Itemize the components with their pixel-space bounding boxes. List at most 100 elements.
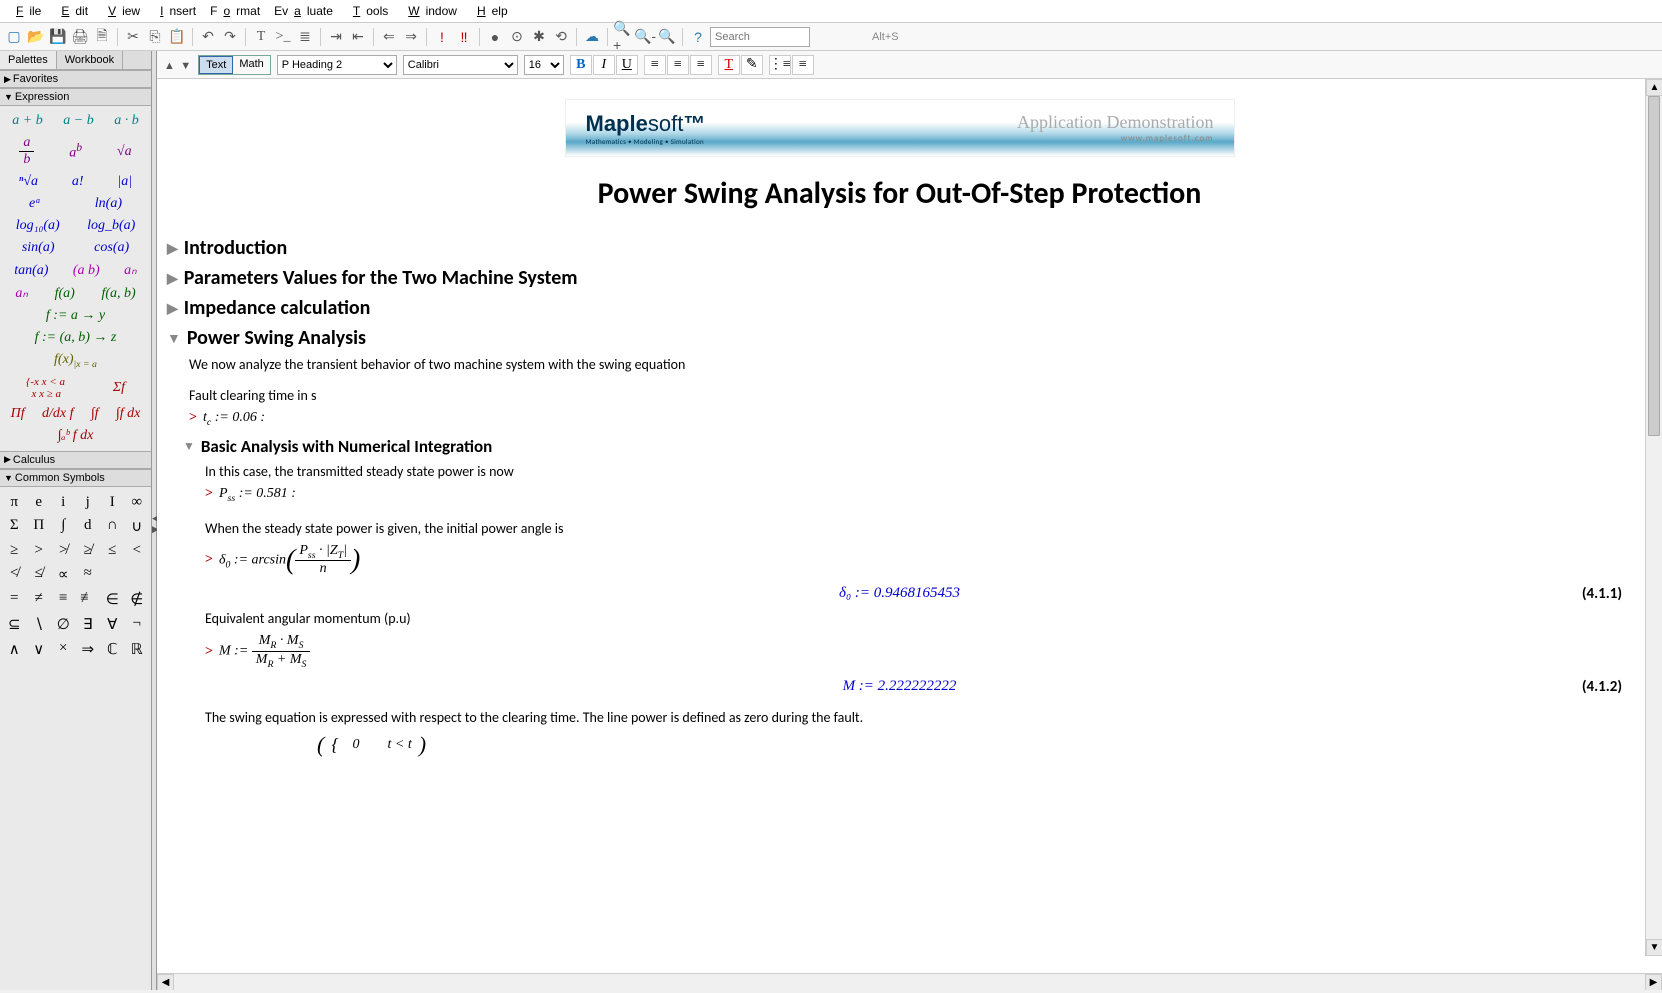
- scroll-up-icon[interactable]: ▲: [1646, 79, 1662, 96]
- symbol-e[interactable]: e: [30, 494, 48, 511]
- scroll-thumb[interactable]: [1648, 96, 1660, 436]
- symbol-π[interactable]: π: [5, 494, 23, 511]
- expr-binom[interactable]: (a b): [73, 263, 100, 279]
- vertical-scrollbar[interactable]: ▲ ▼: [1645, 79, 1662, 956]
- menu-insert[interactable]: Insert: [148, 2, 202, 20]
- symbol-≡[interactable]: ≡: [54, 590, 72, 609]
- palette-calculus-header[interactable]: ▶Calculus: [0, 451, 151, 469]
- symbol-d[interactable]: d: [79, 517, 97, 536]
- print-preview-icon[interactable]: 🗎: [92, 27, 112, 47]
- expr-intdx[interactable]: ∫f dx: [116, 406, 140, 422]
- symbol-≮[interactable]: ≮: [5, 565, 23, 584]
- font-size-select[interactable]: 16: [524, 55, 564, 75]
- symbol-∫[interactable]: ∫: [54, 517, 72, 536]
- expr-tan[interactable]: tan(a): [14, 263, 48, 279]
- palette-expression-header[interactable]: ▼Expression: [0, 88, 151, 106]
- open-icon[interactable]: 📂: [26, 27, 46, 47]
- symbol-[interactable]: [103, 565, 121, 584]
- expr-sub-n[interactable]: aₙ: [124, 262, 137, 279]
- new-icon[interactable]: ▢: [4, 27, 24, 47]
- expr-nroot[interactable]: ⁿ√a: [19, 174, 38, 190]
- align-right-button[interactable]: ≡: [690, 55, 712, 75]
- tab-workbook[interactable]: Workbook: [57, 51, 123, 69]
- scroll-left-icon[interactable]: ◀: [157, 974, 174, 991]
- expr-defint[interactable]: ∫ₐᵇ f dx: [58, 428, 94, 444]
- execute-all-icon[interactable]: ‼: [454, 27, 474, 47]
- symbol-∨[interactable]: ∨: [30, 640, 48, 659]
- forward-icon[interactable]: ⇒: [401, 27, 421, 47]
- expr-log10[interactable]: log₁₀(a): [16, 218, 60, 234]
- menu-tools[interactable]: Tools: [341, 2, 394, 20]
- symbol-≯[interactable]: ≯: [54, 542, 72, 559]
- expr-ln[interactable]: ln(a): [95, 196, 122, 212]
- section-power-swing[interactable]: ▼Power Swing Analysis: [167, 326, 1632, 350]
- symbol-ℝ[interactable]: ℝ: [128, 640, 146, 659]
- expr-an[interactable]: aₙ: [15, 285, 28, 302]
- font-color-button[interactable]: T: [718, 55, 740, 75]
- symbol-I[interactable]: I: [103, 494, 121, 511]
- expr-func2[interactable]: f := (a, b) → z: [35, 330, 117, 346]
- expr-frac[interactable]: ab: [19, 135, 34, 168]
- symbol-≈[interactable]: ≈: [79, 565, 97, 584]
- zoom-in-icon[interactable]: 🔍+: [613, 27, 633, 47]
- scroll-down-icon[interactable]: ▼: [1646, 939, 1662, 956]
- document-viewport[interactable]: Maplesoft™ Mathematics • Modeling • Simu…: [157, 79, 1662, 973]
- menu-evaluate[interactable]: Evaluate: [268, 2, 339, 20]
- symbol-≰[interactable]: ≰: [30, 565, 48, 584]
- underline-button[interactable]: U: [616, 55, 638, 75]
- insert-text-icon[interactable]: T: [251, 27, 271, 47]
- nav-down-icon[interactable]: ▼: [180, 60, 191, 72]
- cut-icon[interactable]: ✂: [123, 27, 143, 47]
- menu-window[interactable]: Window: [396, 2, 463, 20]
- expr-pow[interactable]: ab: [69, 141, 82, 162]
- menu-edit[interactable]: Edit: [49, 2, 94, 20]
- execute-icon[interactable]: !: [432, 27, 452, 47]
- stop-icon[interactable]: ●: [485, 27, 505, 47]
- menu-format[interactable]: Format: [204, 2, 266, 20]
- align-left-button[interactable]: ≡: [644, 55, 666, 75]
- expr-func1[interactable]: f := a → y: [46, 308, 105, 324]
- zoom-reset-icon[interactable]: 🔍: [657, 27, 677, 47]
- redo-icon[interactable]: ↷: [220, 27, 240, 47]
- symbol-∧[interactable]: ∧: [5, 640, 23, 659]
- expr-int[interactable]: ∫f: [91, 406, 99, 422]
- mode-math-button[interactable]: Math: [233, 56, 269, 74]
- insert-math-icon[interactable]: >_: [273, 27, 293, 47]
- symbol-Σ[interactable]: Σ: [5, 517, 23, 536]
- expr-fact[interactable]: a!: [72, 174, 84, 190]
- expr-piecewise[interactable]: {-x x < a x x ≥ a: [26, 376, 65, 400]
- symbol->[interactable]: >: [30, 542, 48, 559]
- math-input[interactable]: >M := MR · MSMR + MS: [205, 633, 1632, 670]
- expr-sum[interactable]: Σf: [113, 380, 125, 396]
- bullet-list-button[interactable]: ⋮≡: [769, 55, 791, 75]
- undo-icon[interactable]: ↶: [198, 27, 218, 47]
- symbol-∩[interactable]: ∩: [103, 517, 121, 536]
- math-input[interactable]: >tc := 0.06 :: [189, 410, 1632, 428]
- section-impedance[interactable]: ▶Impedance calculation: [167, 296, 1632, 320]
- expr-sin[interactable]: sin(a): [22, 240, 55, 256]
- expr-fab[interactable]: f(a, b): [101, 286, 135, 302]
- math-input[interactable]: >δ0 := arcsin(Pss · |ZT|n): [205, 543, 1632, 578]
- horizontal-scrollbar[interactable]: ◀ ▶: [157, 973, 1662, 990]
- symbol-¬[interactable]: ¬: [128, 615, 146, 634]
- math-input[interactable]: ( { 0 t < t ): [317, 732, 1632, 758]
- expr-sqrt[interactable]: √a: [117, 144, 132, 160]
- symbol-⇒[interactable]: ⇒: [79, 640, 97, 659]
- expr-cos[interactable]: cos(a): [94, 240, 129, 256]
- nav-up-icon[interactable]: ▲: [164, 60, 175, 72]
- math-input[interactable]: >Pss := 0.581 :: [205, 486, 1632, 504]
- symbol-∉[interactable]: ∉: [128, 590, 146, 609]
- cloud-icon[interactable]: ☁: [582, 27, 602, 47]
- symbol-=[interactable]: =: [5, 590, 23, 609]
- align-center-button[interactable]: ≡: [667, 55, 689, 75]
- expr-eval[interactable]: f(x)|x = a: [54, 352, 97, 370]
- expr-mul[interactable]: a · b: [114, 113, 139, 129]
- indent-icon[interactable]: ⇥: [326, 27, 346, 47]
- symbol-∖[interactable]: ∖: [30, 615, 48, 634]
- palette-symbols-header[interactable]: ▼Common Symbols: [0, 469, 151, 487]
- menu-file[interactable]: File: [4, 2, 47, 20]
- symbol-i[interactable]: i: [54, 494, 72, 511]
- subsection-basic-analysis[interactable]: ▼Basic Analysis with Numerical Integrati…: [183, 436, 1632, 457]
- palette-favorites-header[interactable]: ▶Favorites: [0, 70, 151, 88]
- tab-palettes[interactable]: Palettes: [0, 51, 57, 69]
